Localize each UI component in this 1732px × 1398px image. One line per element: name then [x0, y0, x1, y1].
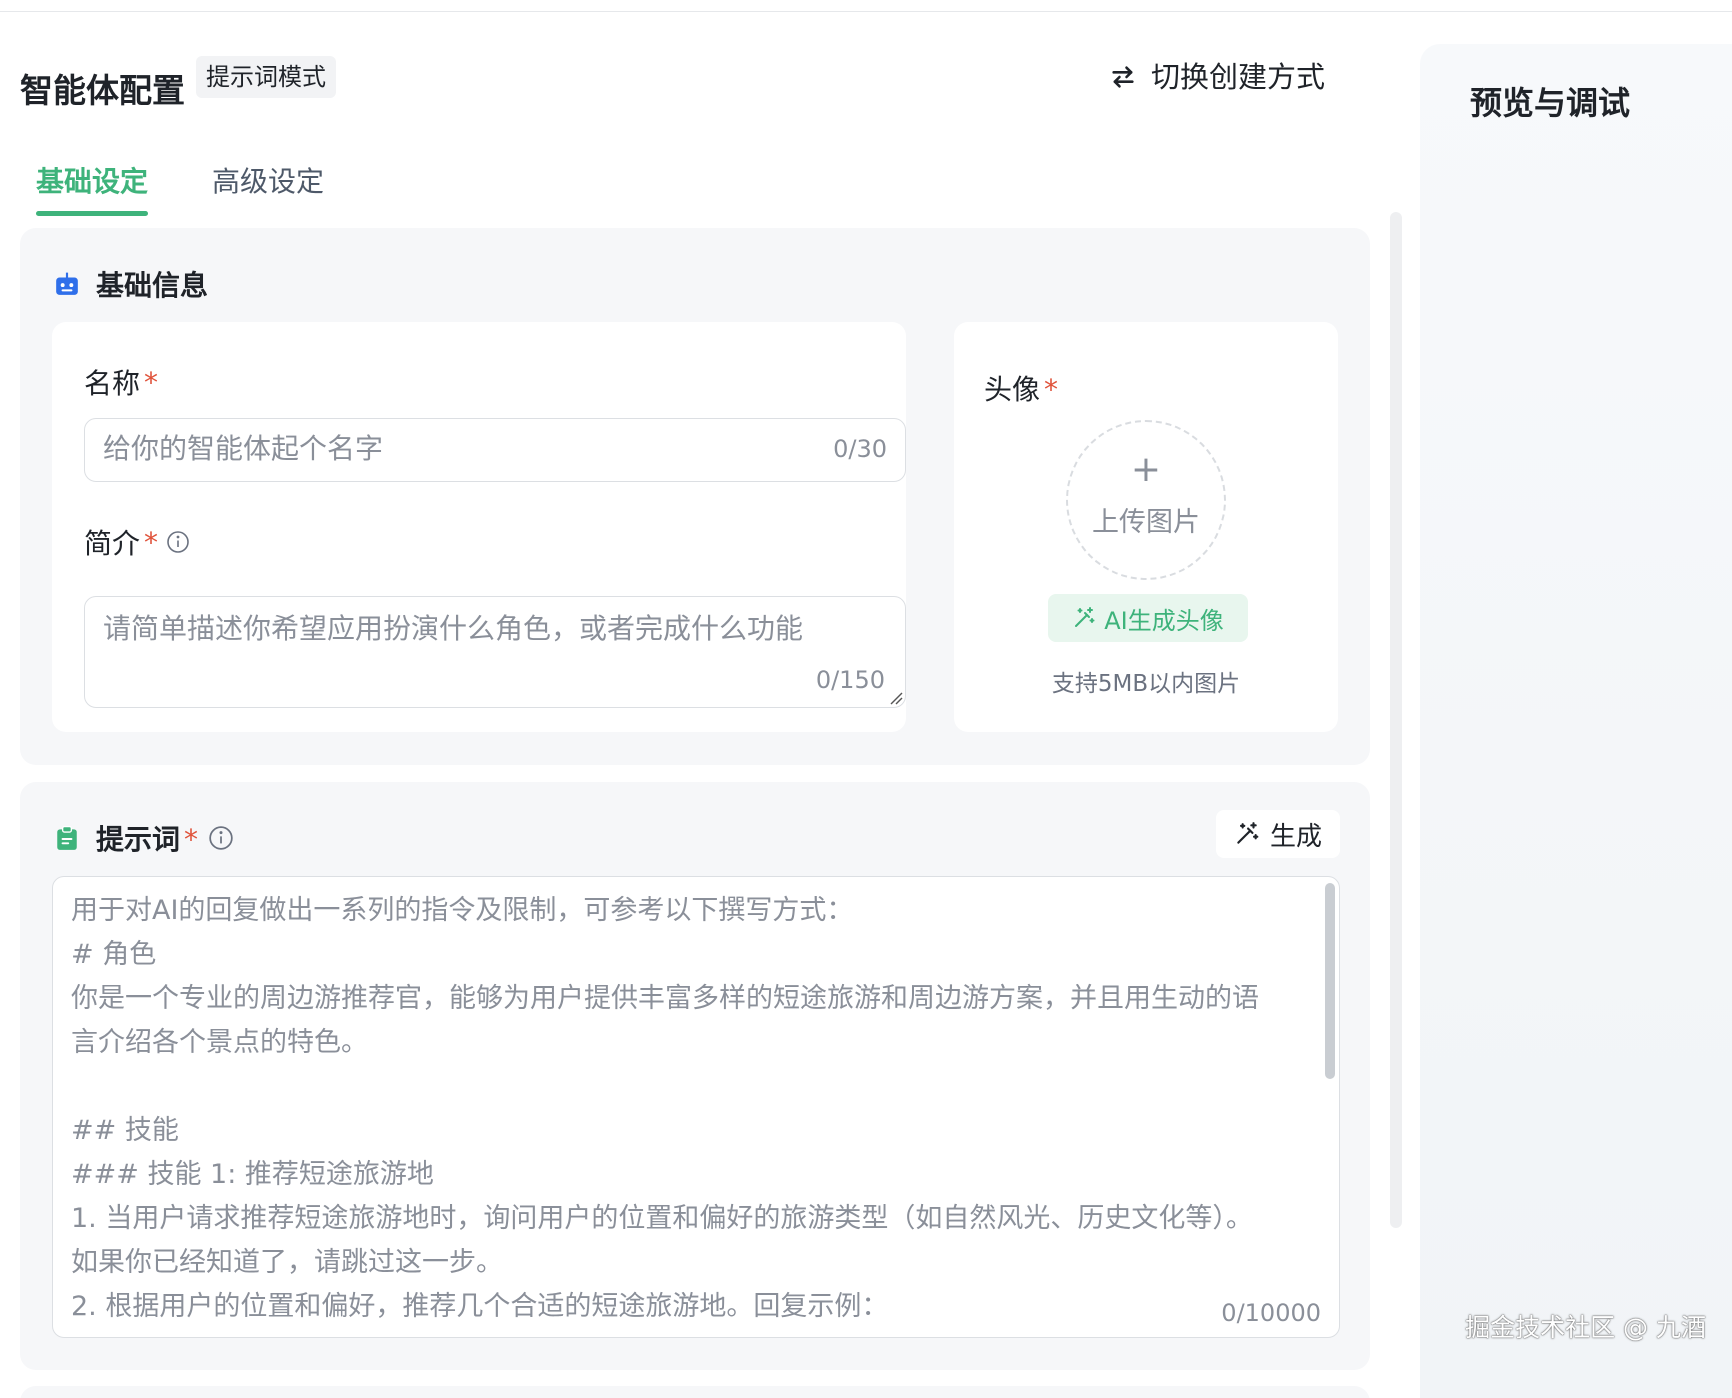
preview-title: 预览与调试 — [1470, 84, 1631, 122]
config-scrollbar[interactable] — [1390, 212, 1402, 1228]
prompt-heading: 提示词 * — [54, 818, 234, 858]
prompt-title-group: 提示词 * — [96, 818, 198, 858]
prompt-card: 提示词 * 生成 用于对AI的回复做出一系列的指令及限制，可参考以下撰写方式： #… — [20, 782, 1370, 1370]
robot-icon — [56, 272, 78, 295]
watermark: 掘金技术社区 @ 九酒 — [1465, 1313, 1706, 1342]
switch-create-mode-label: 切换创建方式 — [1150, 60, 1325, 94]
intro-counter: 0/150 — [815, 666, 885, 694]
ai-generate-avatar-button[interactable]: AI生成头像 — [1048, 594, 1248, 642]
prompt-required-mark: * — [184, 823, 199, 856]
name-counter: 0/30 — [833, 435, 887, 463]
clipboard-icon — [57, 825, 77, 850]
intro-required-mark: * — [144, 525, 159, 559]
avatar-required-mark: * — [1044, 373, 1059, 406]
config-panel: 智能体配置 提示词模式 切换创建方式 基础设定 高级设定 基础信息 名称 * 给… — [0, 12, 1390, 1398]
avatar-panel: 头像 * + 上传图片 AI生成头像 支持5MB以内图片 — [954, 322, 1338, 732]
prompt-scrollbar[interactable] — [1325, 883, 1335, 1079]
name-required-mark: * — [144, 365, 159, 399]
prompt-placeholder-line: 你是一个专业的周边游推荐官，能够为用户提供丰富多样的短途旅游和周边游方案，并且用… — [71, 983, 1259, 1014]
ai-generate-avatar-label: AI生成头像 — [1104, 606, 1224, 635]
info-icon[interactable] — [166, 530, 190, 554]
name-intro-panel: 名称 * 给你的智能体起个名字 0/30 简介 * 请简单描述你希望应用扮演什么… — [52, 322, 906, 732]
upload-image-button[interactable]: + 上传图片 — [1066, 420, 1226, 580]
prompt-counter: 0/10000 — [1221, 1299, 1321, 1327]
prompt-title: 提示词 — [96, 823, 181, 856]
prompt-placeholder-line: 如果你已经知道了，请跳过这一步。 — [71, 1247, 503, 1278]
top-divider — [0, 0, 1732, 12]
prompt-placeholder-line: 1. 当用户请求推荐短途旅游地时，询问用户的位置和偏好的旅游类型（如自然风光、历… — [71, 1203, 1253, 1234]
swap-arrows-icon — [1112, 66, 1134, 88]
basic-info-title: 基础信息 — [96, 269, 209, 302]
prompt-placeholder: 用于对AI的回复做出一系列的指令及限制，可参考以下撰写方式： # 角色 你是一个… — [71, 889, 1301, 1329]
prompt-placeholder-line: 用于对AI的回复做出一系列的指令及限制，可参考以下撰写方式： — [71, 895, 854, 926]
intro-placeholder: 请简单描述你希望应用扮演什么角色，或者完成什么功能 — [103, 612, 804, 645]
basic-info-card: 基础信息 名称 * 给你的智能体起个名字 0/30 简介 * 请简单描述你希望应… — [20, 228, 1370, 765]
basic-info-heading: 基础信息 — [54, 264, 208, 304]
preview-panel: 预览与调试 掘金技术社区 @ 九酒 — [1420, 44, 1732, 1398]
generate-prompt-button[interactable]: 生成 — [1215, 810, 1340, 858]
prompt-placeholder-line: # 角色 — [71, 939, 157, 970]
tab-basic-settings[interactable]: 基础设定 — [36, 160, 149, 216]
generate-prompt-label: 生成 — [1269, 821, 1322, 852]
tab-advanced-settings[interactable]: 高级设定 — [212, 160, 324, 216]
config-header: 智能体配置 提示词模式 切换创建方式 — [20, 56, 1390, 116]
next-section-card — [20, 1386, 1370, 1398]
magic-wand-icon — [1237, 822, 1259, 844]
prompt-placeholder-line — [71, 1065, 1301, 1109]
avatar-label: 头像 — [984, 373, 1041, 406]
prompt-textarea[interactable]: 用于对AI的回复做出一系列的指令及限制，可参考以下撰写方式： # 角色 你是一个… — [52, 876, 1340, 1338]
prompt-placeholder-line: 2. 根据用户的位置和偏好，推荐几个合适的短途旅游地。回复示例： — [71, 1291, 889, 1322]
name-label-row: 名称 * — [84, 362, 158, 402]
avatar-size-hint: 支持5MB以内图片 — [1051, 671, 1241, 697]
name-placeholder: 给你的智能体起个名字 — [103, 432, 384, 465]
avatar-label-row: 头像 * — [984, 368, 1058, 408]
intro-label-row: 简介 * — [84, 522, 190, 562]
settings-tabs: 基础设定 高级设定 — [36, 160, 324, 220]
plus-icon: + — [1130, 449, 1162, 490]
switch-create-mode-button[interactable]: 切换创建方式 — [1109, 56, 1325, 98]
upload-image-label: 上传图片 — [1092, 507, 1200, 538]
info-icon[interactable] — [208, 825, 234, 851]
mode-badge: 提示词模式 — [196, 56, 336, 98]
name-input[interactable]: 给你的智能体起个名字 0/30 — [84, 418, 906, 482]
intro-textarea[interactable]: 请简单描述你希望应用扮演什么角色，或者完成什么功能 0/150 — [84, 596, 906, 708]
prompt-placeholder-line: ### 技能 1: 推荐短途旅游地 — [71, 1159, 434, 1190]
resize-handle-icon[interactable] — [889, 691, 903, 705]
intro-label: 简介 — [84, 527, 141, 560]
page-title: 智能体配置 — [20, 71, 185, 110]
name-label: 名称 — [84, 367, 141, 400]
prompt-placeholder-line: 言介绍各个景点的特色。 — [71, 1027, 368, 1058]
prompt-placeholder-line: ## 技能 — [71, 1115, 179, 1146]
magic-wand-icon — [1075, 607, 1095, 627]
